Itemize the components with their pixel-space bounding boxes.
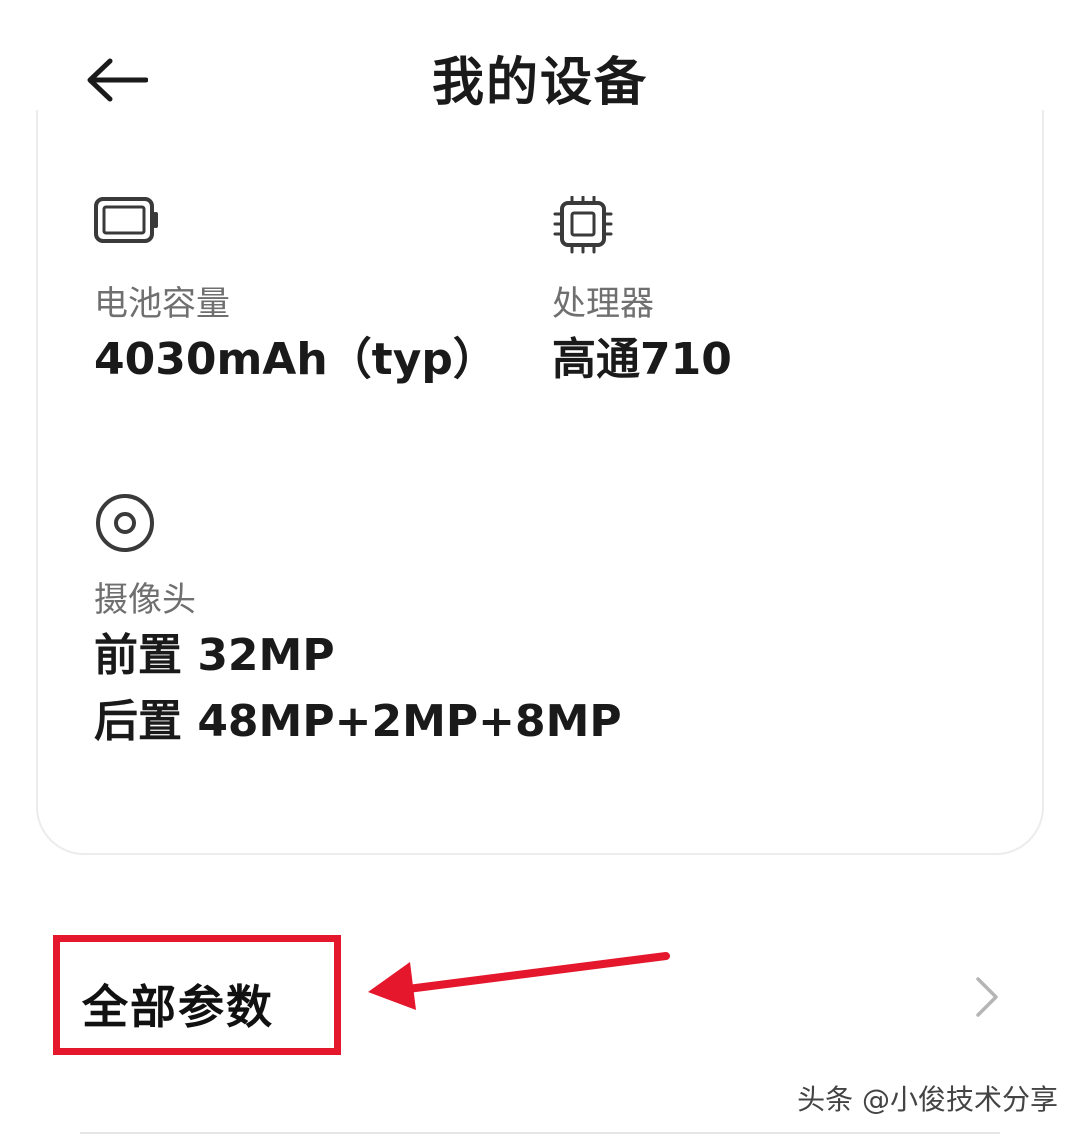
spec-processor: 处理器 高通710 xyxy=(552,196,972,396)
spec-value: 4030mAh（typ） xyxy=(94,334,497,385)
spec-label: 摄像头 xyxy=(94,580,196,620)
my-device-page: 我的设备 电池容量 4030mAh（typ） 处理器 高通710 摄像头 前置 … xyxy=(0,0,1080,1136)
device-specs-card: 电池容量 4030mAh（typ） 处理器 高通710 摄像头 前置 32MP … xyxy=(36,110,1044,855)
spec-value: 高通710 xyxy=(552,334,732,385)
spec-label: 电池容量 xyxy=(94,284,230,324)
spec-label: 处理器 xyxy=(552,284,654,324)
camera-lens-icon xyxy=(96,494,154,552)
page-title: 我的设备 xyxy=(431,53,648,113)
annotation-highlight-box xyxy=(53,935,341,1055)
annotation-arrow xyxy=(368,952,670,1010)
battery-icon xyxy=(94,197,158,243)
watermark: 头条 @小俊技术分享 xyxy=(797,1083,1058,1116)
spec-battery: 电池容量 4030mAh（typ） xyxy=(94,196,514,396)
processor-chip-icon xyxy=(553,196,613,254)
spec-value-rear: 后置 48MP+2MP+8MP xyxy=(94,696,622,747)
divider xyxy=(80,1132,1000,1134)
spec-camera: 摄像头 前置 32MP 后置 48MP+2MP+8MP xyxy=(94,492,994,792)
spec-value-front: 前置 32MP xyxy=(94,630,335,681)
chevron-right-icon xyxy=(976,977,998,1017)
